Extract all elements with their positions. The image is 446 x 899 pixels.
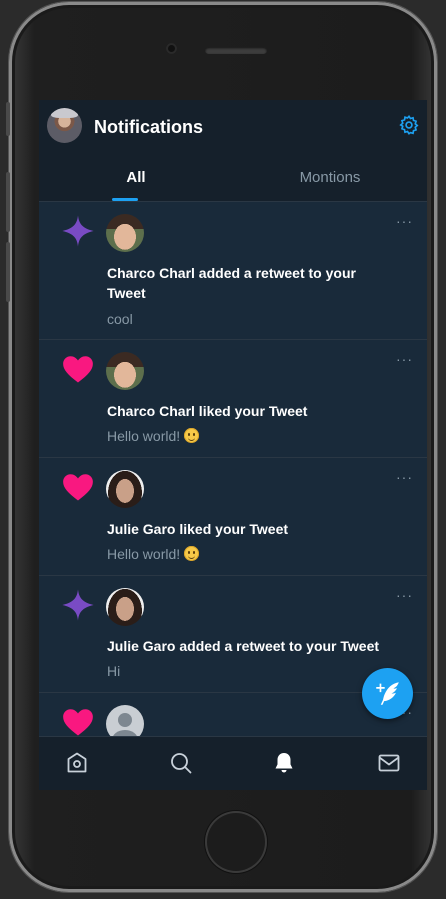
avatar[interactable] [106, 352, 144, 390]
volume-down-button [6, 242, 10, 302]
notification-item[interactable]: ··· Charco Charl added a retweet to your… [39, 202, 427, 340]
mute-switch [6, 102, 10, 136]
notification-headline: Julie Garo liked your Tweet [107, 521, 289, 537]
user-avatar[interactable] [47, 108, 82, 143]
app-header: Notifications [39, 100, 427, 154]
smile-emoji-icon [184, 428, 200, 443]
notification-headline: Charco Charl added a retweet to your Twe… [107, 265, 356, 301]
compose-tweet-button[interactable] [362, 668, 413, 719]
front-camera [166, 43, 177, 54]
avatar[interactable] [106, 470, 144, 508]
volume-up-button [6, 172, 10, 232]
earpiece-speaker [205, 47, 267, 54]
gear-icon[interactable] [398, 114, 420, 136]
tab-all[interactable]: All [39, 154, 233, 201]
more-options-icon[interactable]: ··· [396, 352, 413, 366]
smile-emoji-icon [184, 546, 200, 561]
compose-tweet-icon [376, 682, 399, 705]
notification-headline: Julie Garo added a retweet to your Tweet [107, 638, 380, 654]
mail-icon[interactable] [377, 751, 401, 775]
notification-headline: Charco Charl liked your Tweet [107, 403, 308, 419]
notification-item[interactable]: ··· Charco Charl liked your Tweet Hello … [39, 340, 427, 458]
tweet-snippet: Hello world! [107, 427, 200, 445]
home-hardware-button[interactable] [205, 811, 267, 873]
sparkle-icon [62, 215, 94, 247]
tweet-snippet: Hello world! [107, 545, 200, 563]
heart-icon [63, 709, 93, 736]
app-screen: Notifications All Montions ··· Charco Ch… [39, 100, 427, 790]
avatar[interactable] [106, 214, 144, 252]
sparkle-icon [62, 589, 94, 621]
more-options-icon[interactable]: ··· [396, 470, 413, 484]
bottom-navigation [39, 736, 427, 790]
avatar[interactable] [106, 588, 144, 626]
bell-icon[interactable] [272, 751, 296, 775]
tweet-snippet: cool [107, 311, 133, 327]
heart-icon [63, 356, 93, 383]
tab-mentions[interactable]: Montions [233, 154, 427, 201]
tab-bar: All Montions [39, 154, 427, 202]
heart-icon [63, 474, 93, 501]
active-tab-indicator [112, 198, 138, 201]
tweet-snippet-text: Hello world! [107, 428, 181, 444]
more-options-icon[interactable]: ··· [396, 214, 413, 228]
more-options-icon[interactable]: ··· [396, 588, 413, 602]
search-icon[interactable] [169, 751, 193, 775]
home-icon[interactable] [65, 751, 89, 775]
tweet-snippet: Hi [107, 663, 121, 679]
phone-frame: Notifications All Montions ··· Charco Ch… [6, 2, 437, 892]
page-title: Notifications [94, 117, 204, 137]
tweet-snippet-text: Hello world! [107, 546, 181, 562]
notification-item[interactable]: ··· Julie Garo liked your Tweet Hello wo… [39, 458, 427, 576]
